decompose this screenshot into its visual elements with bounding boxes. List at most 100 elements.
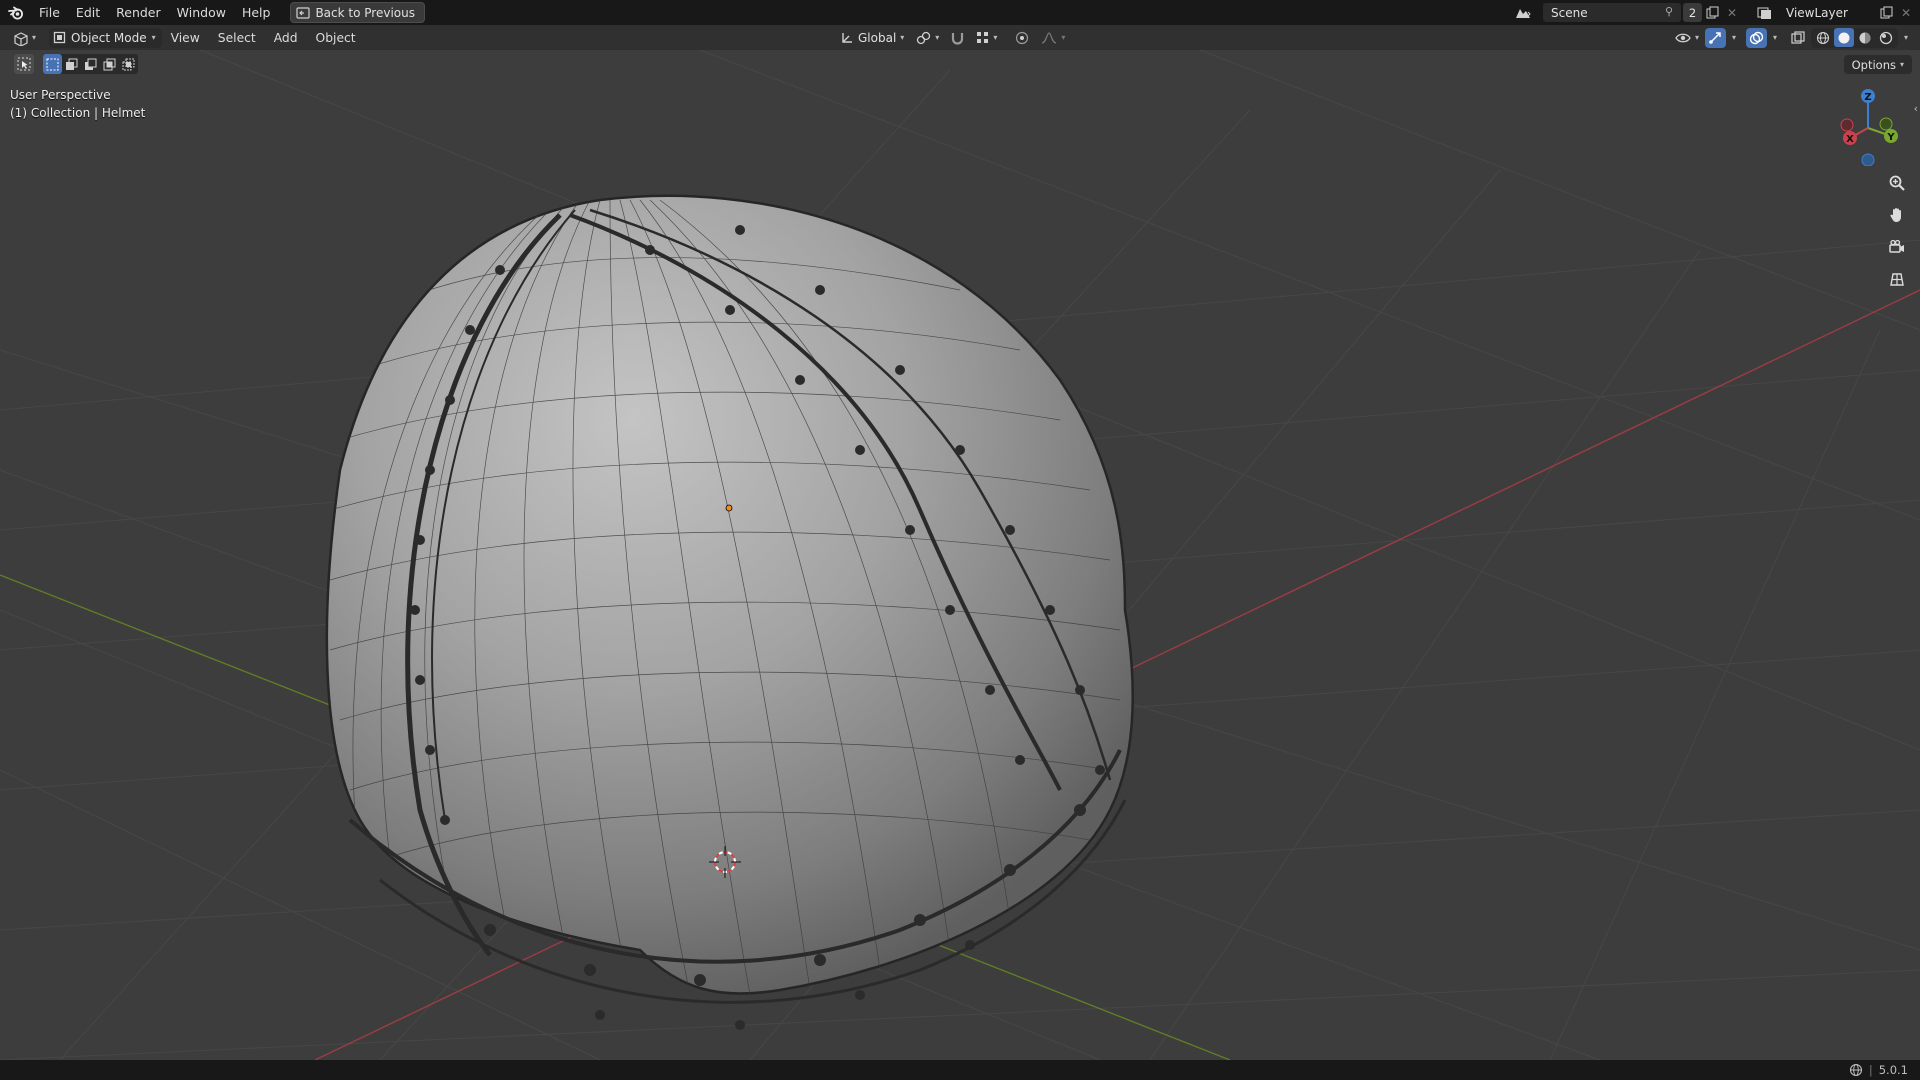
version-label: 5.0.1 [1878, 1063, 1908, 1077]
scene-users-count[interactable]: 2 [1683, 3, 1702, 22]
orientation-axes-icon [842, 32, 852, 43]
chevron-down-icon: ▾ [1694, 33, 1699, 42]
select-difference-icon[interactable] [100, 54, 119, 74]
cursor-arrow-icon [17, 57, 31, 71]
chevron-down-icon: ▾ [1731, 33, 1736, 42]
gizmos-dropdown[interactable]: ▾ [1728, 28, 1740, 48]
overlays-toggle[interactable] [1745, 27, 1767, 48]
viewport-scene [0, 50, 1920, 1060]
globe-icon [1849, 1063, 1862, 1077]
rendered-shading-icon[interactable] [1876, 28, 1896, 47]
chevron-down-icon: ▾ [32, 33, 37, 42]
editor-type-selector[interactable]: ▾ [12, 28, 46, 48]
back-to-previous-button[interactable]: Back to Previous [290, 2, 425, 23]
shading-dropdown[interactable]: ▾ [1900, 28, 1912, 48]
chevron-down-icon: ▾ [900, 33, 905, 42]
3d-viewport[interactable]: User Perspective (1) Collection | Helmet… [0, 50, 1920, 1060]
select-new-icon[interactable] [43, 54, 62, 74]
scene-name-label: Scene [1551, 5, 1588, 20]
status-bar: | 5.0.1 [0, 1060, 1920, 1080]
tool-settings-row: Options ▾ [0, 50, 1920, 76]
3d-viewport-editor-icon [14, 31, 28, 46]
snap-increment-icon [977, 32, 989, 43]
select-subtract-icon[interactable] [81, 54, 100, 74]
orthographic-grid-icon[interactable] [1884, 266, 1910, 292]
view-layer-selector-icon[interactable] [1752, 3, 1778, 22]
chevron-down-icon: ▾ [993, 33, 998, 42]
back-screen-icon [296, 6, 311, 19]
sidebar-toggle-icon[interactable]: ‹ [1914, 102, 1918, 115]
select-box-tool[interactable] [14, 54, 34, 74]
gizmo-arrows-icon [1709, 31, 1721, 44]
object-mode-dropdown[interactable]: Object Mode ▾ [49, 27, 162, 48]
gizmo-z-label: Z [1864, 92, 1871, 103]
scene-selector-icon[interactable] [1509, 3, 1537, 22]
menu-view[interactable]: View [162, 31, 209, 45]
viewport-display-controls: ▾ ▾ ▾ ▾ [1671, 25, 1912, 50]
falloff-curve-icon [1042, 31, 1057, 44]
pin-icon[interactable]: ⚲ [1665, 5, 1673, 18]
select-extend-icon[interactable] [62, 54, 81, 74]
snap-target-dropdown[interactable]: ▾ [972, 28, 1001, 48]
blender-logo-icon[interactable] [5, 2, 27, 24]
menu-edit[interactable]: Edit [68, 0, 108, 25]
solid-shading-icon[interactable] [1833, 28, 1854, 47]
xray-toggle[interactable] [1787, 28, 1809, 48]
material-preview-shading-icon[interactable] [1855, 28, 1875, 47]
object-origin [725, 504, 733, 512]
proportional-editing-toggle[interactable] [1011, 28, 1033, 48]
navigation-gizmo[interactable]: Z Y X [1830, 86, 1910, 166]
chevron-down-icon: ▾ [1061, 33, 1066, 42]
view-name-label: User Perspective [10, 88, 111, 102]
transform-orientation-label: Global [858, 30, 897, 45]
back-to-previous-label: Back to Previous [315, 5, 415, 20]
menu-window[interactable]: Window [169, 0, 234, 25]
options-label: Options [1851, 57, 1896, 72]
object-mode-icon [53, 31, 66, 44]
delete-view-layer-icon[interactable]: ✕ [1896, 3, 1916, 22]
camera-view-icon[interactable] [1884, 234, 1910, 260]
chevron-down-icon: ▾ [1899, 60, 1904, 69]
menu-object[interactable]: Object [307, 31, 365, 45]
gizmos-toggle[interactable] [1704, 27, 1726, 48]
overlays-dropdown[interactable]: ▾ [1769, 28, 1781, 48]
pivot-point-icon [917, 31, 931, 44]
select-intersect-icon[interactable] [119, 54, 138, 74]
transform-orientation-dropdown[interactable]: Global ▾ [836, 28, 908, 48]
magnet-icon [952, 32, 964, 45]
menu-help[interactable]: Help [234, 0, 279, 25]
snap-toggle[interactable] [947, 28, 968, 48]
menu-add[interactable]: Add [265, 31, 307, 45]
gizmo-y-label: Y [1886, 132, 1895, 143]
scene-name-field[interactable]: Scene ⚲ [1543, 3, 1681, 22]
transform-controls: Global ▾ ▾ ▾ ▾ [836, 25, 1069, 50]
menu-file[interactable]: File [31, 0, 68, 25]
wireframe-shading-icon[interactable] [1813, 28, 1833, 47]
menu-select[interactable]: Select [209, 31, 265, 45]
collection-info-label: (1) Collection | Helmet [10, 106, 146, 120]
chevron-down-icon: ▾ [935, 33, 940, 42]
new-view-layer-icon[interactable] [1876, 3, 1896, 22]
options-dropdown[interactable]: Options ▾ [1843, 55, 1912, 74]
version-separator: | [1868, 1063, 1873, 1077]
navigation-buttons [1884, 170, 1912, 292]
selection-mode-group [43, 54, 138, 74]
delete-scene-icon[interactable]: ✕ [1722, 3, 1742, 22]
overlays-icon [1749, 31, 1764, 44]
pan-hand-icon[interactable] [1884, 202, 1910, 228]
visibility-dropdown[interactable]: ▾ [1671, 28, 1703, 48]
view-layer-field[interactable]: ViewLayer [1778, 3, 1876, 22]
object-mode-label: Object Mode [71, 30, 147, 45]
menu-render[interactable]: Render [108, 0, 169, 25]
version-info: | 5.0.1 [1849, 1063, 1908, 1077]
new-scene-icon[interactable] [1702, 3, 1722, 22]
chevron-down-icon: ▾ [151, 33, 156, 42]
viewport-info-overlay: User Perspective (1) Collection | Helmet [10, 86, 145, 122]
top-menubar: File Edit Render Window Help Back to Pre… [0, 0, 1920, 25]
zoom-icon[interactable] [1884, 170, 1910, 196]
shading-mode-group [1810, 27, 1898, 48]
chevron-down-icon: ▾ [1772, 33, 1777, 42]
top-right-group: Scene ⚲ 2 ✕ ViewLayer ✕ [1509, 0, 1920, 25]
pivot-point-dropdown[interactable]: ▾ [912, 28, 943, 48]
proportional-falloff-dropdown[interactable]: ▾ [1037, 28, 1069, 48]
